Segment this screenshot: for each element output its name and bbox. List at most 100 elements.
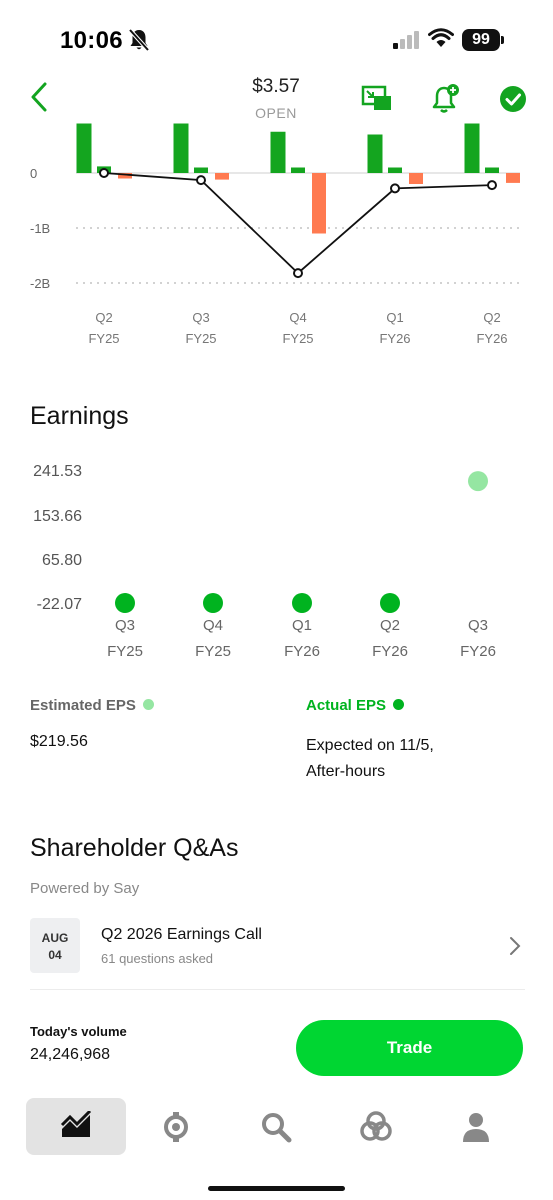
eps-y-label: 241.53	[33, 463, 82, 480]
qa-earnings-call-item[interactable]: AUG 04 Q2 2026 Earnings Call 61 question…	[30, 916, 525, 976]
status-time: 10:06	[60, 27, 123, 54]
x-tick-quarter: Q1	[386, 310, 403, 325]
eps-x-quarter: Q1	[292, 617, 312, 634]
eps-y-label: 153.66	[33, 508, 82, 525]
bar-positive	[76, 123, 92, 173]
x-tick-quarter: Q2	[483, 310, 500, 325]
current-price: $3.57	[252, 76, 300, 97]
x-tick-fy: FY26	[476, 331, 507, 346]
eps-x-quarter: Q2	[380, 617, 400, 634]
qa-item-subtitle: 61 questions asked	[101, 951, 214, 966]
x-tick-fy: FY26	[379, 331, 410, 346]
add-alert-bell-icon[interactable]	[430, 82, 464, 116]
estimated-eps-label: Estimated EPS	[30, 697, 136, 714]
estimated-eps-legend: Estimated EPS	[30, 697, 154, 714]
wifi-icon	[428, 28, 454, 47]
x-tick-quarter: Q4	[289, 310, 306, 325]
explore-tab[interactable]	[326, 1098, 426, 1155]
volume-value: 24,246,968	[30, 1046, 111, 1063]
x-tick-fy: FY25	[88, 331, 119, 346]
estimated-eps-value: $219.56	[30, 733, 88, 750]
eps-x-quarter: Q3	[468, 617, 488, 634]
y-axis-label: 0	[30, 166, 37, 181]
bar-positive	[464, 123, 480, 173]
trend-point	[99, 168, 109, 178]
x-tick-fy: FY25	[282, 331, 313, 346]
date-badge: AUG 04	[30, 918, 80, 973]
eps-x-quarter: Q4	[203, 617, 223, 634]
home-indicator	[208, 1186, 345, 1191]
portfolio-chart-icon	[60, 1111, 92, 1137]
eps-x-fy: FY25	[195, 643, 231, 660]
owned-check-icon[interactable]	[496, 82, 530, 116]
trend-line	[103, 172, 493, 275]
trend-point	[487, 180, 497, 191]
eps-x-fy: FY26	[372, 643, 408, 660]
picture-in-picture-icon[interactable]	[360, 82, 394, 116]
bar-positive	[270, 131, 286, 173]
actual-eps-point	[203, 593, 223, 613]
bar-positive	[173, 123, 189, 173]
bar-positive	[291, 167, 305, 173]
qa-title: Shareholder Q&As	[30, 834, 239, 862]
actual-eps-point	[380, 593, 400, 613]
actual-eps-value: Expected on 11/5, After-hours	[306, 733, 434, 785]
eps-x-fy: FY25	[107, 643, 143, 660]
actual-eps-label: Actual EPS	[306, 697, 387, 714]
bitcoin-tab[interactable]	[126, 1098, 226, 1155]
earnings-eps-chart: 241.53 153.66 65.80 -22.07 Q3 FY25 Q4 FY…	[33, 463, 496, 660]
volume-label: Today's volume	[30, 1024, 127, 1039]
profile-tab[interactable]	[426, 1098, 526, 1155]
bar-negative	[215, 173, 229, 180]
search-icon	[262, 1113, 292, 1143]
bar-negative	[312, 173, 326, 234]
eps-y-label: 65.80	[42, 552, 82, 569]
y-axis-label: -1B	[30, 221, 50, 236]
date-day: 04	[48, 948, 62, 962]
bottom-tab-bar	[0, 1092, 553, 1162]
qa-powered-by: Powered by Say	[30, 880, 140, 897]
actual-eps-legend: Actual EPS	[306, 697, 405, 714]
actual-eps-session: After-hours	[306, 763, 386, 780]
trade-button[interactable]: Trade	[296, 1020, 523, 1076]
bar-positive	[194, 167, 208, 173]
signal-icon	[393, 31, 419, 49]
trend-point	[293, 268, 303, 279]
battery-icon: 99	[462, 29, 500, 51]
trend-point	[390, 183, 400, 194]
bell-muted-icon	[128, 28, 150, 52]
eps-y-label: -22.07	[37, 596, 82, 613]
x-tick-quarter: Q3	[192, 310, 209, 325]
earnings-title: Earnings	[30, 402, 129, 430]
bar-negative	[506, 173, 520, 183]
divider	[30, 989, 525, 990]
actual-eps-point	[292, 593, 312, 613]
eps-x-fy: FY26	[460, 643, 496, 660]
estimated-eps-point	[468, 471, 488, 492]
x-tick-fy: FY25	[185, 331, 216, 346]
y-axis-label: -2B	[30, 276, 50, 291]
eps-x-quarter: Q3	[115, 617, 135, 634]
eps-x-fy: FY26	[284, 643, 320, 660]
bitcoin-icon	[164, 1112, 188, 1142]
estimated-eps-dot	[142, 699, 154, 710]
status-bar: 10:06 99	[0, 0, 553, 70]
actual-eps-expected: Expected on 11/5,	[306, 737, 434, 754]
explore-circles-icon	[360, 1111, 392, 1141]
actual-eps-point	[115, 593, 135, 613]
date-month: AUG	[41, 931, 69, 945]
profile-person-icon	[463, 1113, 489, 1142]
bar-positive	[485, 167, 499, 173]
bar-positive	[388, 167, 402, 173]
revenue-income-chart: 0 -1B -2B Q2 FY25 Q3 FY25 Q4 FY25 Q1 FY2…	[30, 123, 520, 346]
trend-point	[196, 175, 206, 186]
portfolio-tab[interactable]	[26, 1098, 126, 1155]
search-tab[interactable]	[226, 1098, 326, 1155]
x-tick-quarter: Q2	[95, 310, 112, 325]
bar-negative	[409, 173, 423, 184]
bar-positive	[367, 134, 383, 173]
qa-item-title: Q2 2026 Earnings Call	[101, 926, 262, 943]
market-session: OPEN	[255, 105, 297, 121]
back-chevron-icon[interactable]	[26, 80, 56, 114]
battery-cap	[501, 36, 504, 44]
